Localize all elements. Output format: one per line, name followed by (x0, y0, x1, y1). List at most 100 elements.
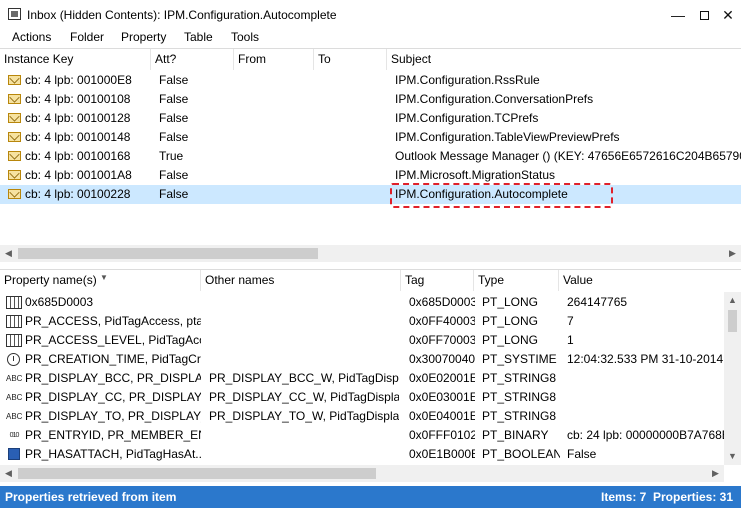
scroll-thumb[interactable] (18, 468, 376, 479)
message-row[interactable]: cb: 4 lpb: 00100108 False IPM.Configurat… (0, 90, 741, 109)
message-row[interactable]: cb: 4 lpb: 001001A8 False IPM.Microsoft.… (0, 166, 741, 185)
property-type: PT_STRING8 (482, 390, 557, 404)
menu-folder[interactable]: Folder (70, 30, 104, 44)
close-button[interactable]: ✕ (718, 6, 738, 24)
property-row[interactable]: PR_CREATION_TIME, PidTagCr... 0x30070040… (0, 350, 724, 369)
property-value: 264147765 (567, 295, 628, 309)
message-list-hscrollbar[interactable]: ◀ ▶ (0, 245, 741, 262)
envelope-icon (8, 132, 21, 142)
column-header-subject[interactable]: Subject (387, 49, 741, 70)
attachment-flag: False (159, 187, 189, 201)
property-name: PR_ENTRYID, PR_MEMBER_ENT... (25, 428, 201, 442)
title-bar: Inbox (Hidden Contents): IPM.Configurati… (0, 0, 741, 30)
subject: IPM.Configuration.ConversationPrefs (395, 92, 594, 106)
envelope-icon (8, 170, 21, 180)
column-header-from[interactable]: From (234, 49, 314, 70)
message-list: Instance Key Att? From To Subject cb: 4 … (0, 48, 741, 262)
property-name: PR_DISPLAY_BCC, PR_DISPLAY_... (25, 371, 201, 385)
scroll-up-icon[interactable]: ▲ (724, 292, 741, 309)
binary-icon: 010 (9, 432, 20, 439)
scroll-right-icon[interactable]: ▶ (724, 245, 741, 262)
property-row[interactable]: PR_ACCESS_LEVEL, PidTagAcce... 0x0FF7000… (0, 331, 724, 350)
property-tag: 0x0E04001E (409, 409, 475, 423)
menu-table[interactable]: Table (184, 30, 213, 44)
property-row[interactable]: ABC PR_DISPLAY_BCC, PR_DISPLAY_... PR_DI… (0, 369, 724, 388)
envelope-icon (8, 189, 21, 199)
property-name: PR_ACCESS, PidTagAccess, pta... (25, 314, 201, 328)
subject: Outlook Message Manager () (KEY: 47656E6… (395, 149, 741, 163)
subject: IPM.Configuration.TCPrefs (395, 111, 539, 125)
property-type: PT_BINARY (482, 428, 549, 442)
scroll-thumb[interactable] (728, 310, 737, 332)
grid-icon (6, 334, 22, 347)
property-list-vscrollbar[interactable]: ▲ ▼ (724, 292, 741, 465)
property-tag: 0x685D0003 (409, 295, 475, 309)
menu-actions[interactable]: Actions (12, 30, 51, 44)
window-title: Inbox (Hidden Contents): IPM.Configurati… (27, 8, 337, 22)
instance-key: cb: 4 lpb: 00100168 (25, 149, 131, 163)
minimize-button[interactable]: — (668, 6, 688, 24)
instance-key: cb: 4 lpb: 00100108 (25, 92, 131, 106)
status-bar: Properties retrieved from item Items: 7 … (0, 486, 741, 508)
property-value: 1 (567, 333, 574, 347)
property-row[interactable]: PR_ACCESS, PidTagAccess, pta... 0x0FF400… (0, 312, 724, 331)
column-header-property-name[interactable]: Property name(s) ▼ (0, 270, 201, 291)
app-icon (8, 8, 21, 20)
property-type: PT_LONG (482, 333, 539, 347)
menu-tools[interactable]: Tools (231, 30, 259, 44)
column-header-tag[interactable]: Tag (401, 270, 474, 291)
property-name: PR_DISPLAY_CC, PR_DISPLAY_... (25, 390, 201, 404)
message-row-selected[interactable]: cb: 4 lpb: 00100228 False IPM.Configurat… (0, 185, 741, 204)
status-message: Properties retrieved from item (5, 490, 177, 504)
instance-key: cb: 4 lpb: 00100148 (25, 130, 131, 144)
scroll-left-icon[interactable]: ◀ (0, 245, 17, 262)
property-row[interactable]: 010 PR_ENTRYID, PR_MEMBER_ENT... 0x0FFF0… (0, 426, 724, 445)
property-value: 7 (567, 314, 574, 328)
scroll-right-icon[interactable]: ▶ (707, 465, 724, 482)
string-icon: ABC (6, 393, 23, 402)
property-tag: 0x0FF70003 (409, 333, 475, 347)
envelope-icon (8, 113, 21, 123)
property-value: False (567, 447, 597, 461)
property-row[interactable]: 0x685D0003 0x685D0003 PT_LONG 264147765 (0, 293, 724, 312)
string-icon: ABC (6, 412, 23, 421)
scroll-thumb[interactable] (18, 248, 318, 259)
column-header-type[interactable]: Type (474, 270, 559, 291)
column-header-att[interactable]: Att? (151, 49, 234, 70)
maximize-button[interactable] (694, 6, 714, 24)
status-property-count: Properties: 31 (653, 490, 734, 504)
attachment-flag: False (159, 111, 189, 125)
property-row[interactable]: ABC PR_DISPLAY_TO, PR_DISPLAY_T... PR_DI… (0, 407, 724, 426)
property-name: PR_DISPLAY_TO, PR_DISPLAY_T... (25, 409, 201, 423)
message-row[interactable]: cb: 4 lpb: 00100128 False IPM.Configurat… (0, 109, 741, 128)
scroll-down-icon[interactable]: ▼ (724, 448, 741, 465)
attachment-flag: True (159, 149, 184, 163)
envelope-icon (8, 75, 21, 85)
property-name: PR_HASATTACH, PidTagHasAt... (25, 447, 201, 461)
property-type: PT_BOOLEAN (482, 447, 560, 461)
message-row[interactable]: cb: 4 lpb: 001000E8 False IPM.Configurat… (0, 71, 741, 90)
column-header-value[interactable]: Value (559, 270, 741, 291)
column-header-other-names[interactable]: Other names (201, 270, 401, 291)
scroll-left-icon[interactable]: ◀ (0, 465, 17, 482)
column-header-label: Property name(s) (4, 273, 97, 287)
maximize-icon (699, 11, 709, 20)
highlight-annotation (390, 183, 613, 208)
boolean-icon (8, 448, 20, 460)
property-row[interactable]: PR_HASATTACH, PidTagHasAt... 0x0E1B000B … (0, 445, 724, 464)
property-type: PT_LONG (482, 314, 539, 328)
column-header-to[interactable]: To (314, 49, 387, 70)
attachment-flag: False (159, 73, 189, 87)
attachment-flag: False (159, 130, 189, 144)
message-row[interactable]: cb: 4 lpb: 00100168 True Outlook Message… (0, 147, 741, 166)
property-row[interactable]: ABC PR_DISPLAY_CC, PR_DISPLAY_... PR_DIS… (0, 388, 724, 407)
property-tag: 0x30070040 (409, 352, 475, 366)
property-list-hscrollbar[interactable]: ◀ ▶ (0, 465, 724, 482)
column-header-instance-key[interactable]: Instance Key (0, 49, 151, 70)
menu-property[interactable]: Property (121, 30, 166, 44)
property-tag: 0x0E02001E (409, 371, 475, 385)
property-tag: 0x0E1B000B (409, 447, 475, 461)
grid-icon (6, 296, 22, 309)
instance-key: cb: 4 lpb: 00100128 (25, 111, 131, 125)
message-row[interactable]: cb: 4 lpb: 00100148 False IPM.Configurat… (0, 128, 741, 147)
